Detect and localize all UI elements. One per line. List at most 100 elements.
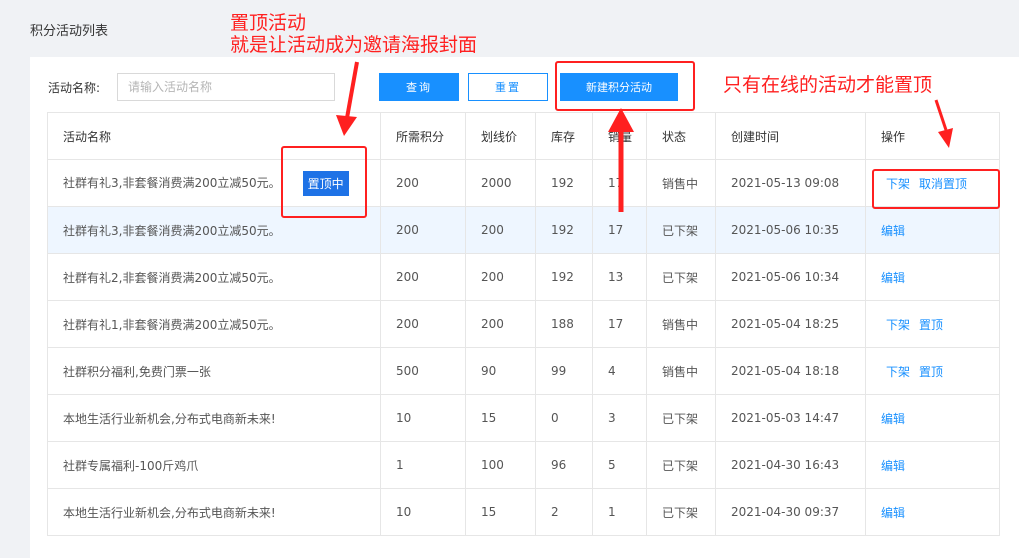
- activity-name: 本地生活行业新机会,分布式电商新未来!: [63, 411, 276, 426]
- cell-name: 本地生活行业新机会,分布式电商新未来!: [47, 394, 381, 442]
- cell-points: 1: [380, 441, 466, 489]
- cell-status: 销售中: [646, 300, 716, 348]
- cell-sales: 13: [592, 253, 647, 301]
- edit-link[interactable]: 编辑: [881, 412, 905, 426]
- cell-created: 2021-05-03 14:47: [715, 394, 866, 442]
- cell-actions: 编辑: [865, 441, 1000, 489]
- pin-link[interactable]: 置顶: [919, 318, 943, 332]
- pin-annotation-line1: 置顶活动: [230, 12, 307, 34]
- table-row: 社群有礼1,非套餐消费满200立减50元。 200 200 188 17 销售中 2021-…: [47, 300, 1000, 348]
- table-row: 社群有礼3,非套餐消费满200立减50元。 置顶中 200 2000 192 17 销售中 2…: [47, 159, 1000, 207]
- cell-actions: 编辑: [865, 488, 1000, 536]
- column-header-stock: 库存: [535, 112, 593, 160]
- cell-status: 已下架: [646, 394, 716, 442]
- cell-name: 本地生活行业新机会,分布式电商新未来!: [47, 488, 381, 536]
- cell-actions: 编辑: [865, 253, 1000, 301]
- cell-price: 15: [465, 488, 536, 536]
- cell-created: 2021-05-06 10:34: [715, 253, 866, 301]
- cell-created: 2021-05-13 09:08: [715, 159, 866, 207]
- cell-actions: 编辑: [865, 394, 1000, 442]
- query-button[interactable]: 查询: [379, 73, 459, 101]
- activity-name: 社群专属福利-100斤鸡爪: [63, 458, 199, 473]
- reset-button[interactable]: 重置: [468, 73, 548, 101]
- cell-stock: 188: [535, 300, 593, 348]
- cell-points: 10: [380, 488, 466, 536]
- cell-stock: 0: [535, 394, 593, 442]
- activity-name: 社群有礼2,非套餐消费满200立减50元。: [63, 270, 281, 285]
- cell-stock: 2: [535, 488, 593, 536]
- activity-name: 本地生活行业新机会,分布式电商新未来!: [63, 505, 276, 520]
- cell-created: 2021-05-04 18:25: [715, 300, 866, 348]
- edit-link[interactable]: 编辑: [881, 224, 905, 238]
- column-header-created: 创建时间: [715, 112, 866, 160]
- cell-sales: 17: [592, 159, 647, 207]
- column-header-points: 所需积分: [380, 112, 466, 160]
- cell-status: 已下架: [646, 441, 716, 489]
- unlist-link[interactable]: 下架: [886, 318, 910, 332]
- cell-price: 200: [465, 206, 536, 254]
- column-header-price: 划线价: [465, 112, 536, 160]
- cell-name: 社群专属福利-100斤鸡爪: [47, 441, 381, 489]
- cell-sales: 4: [592, 347, 647, 395]
- table-row: 社群有礼2,非套餐消费满200立减50元。 200 200 192 13 已下架 2021-…: [47, 253, 1000, 301]
- cell-price: 200: [465, 300, 536, 348]
- cell-status: 已下架: [646, 488, 716, 536]
- edit-link[interactable]: 编辑: [881, 459, 905, 473]
- cell-name: 社群有礼2,非套餐消费满200立减50元。: [47, 253, 381, 301]
- cell-price: 15: [465, 394, 536, 442]
- cell-points: 500: [380, 347, 466, 395]
- cell-stock: 99: [535, 347, 593, 395]
- cell-created: 2021-05-06 10:35: [715, 206, 866, 254]
- activity-name-input[interactable]: [117, 73, 335, 101]
- cell-points: 10: [380, 394, 466, 442]
- edit-link[interactable]: 编辑: [881, 271, 905, 285]
- cell-status: 已下架: [646, 253, 716, 301]
- activity-name: 社群有礼1,非套餐消费满200立减50元。: [63, 317, 281, 332]
- cell-status: 销售中: [646, 347, 716, 395]
- actions-highlight-box: [872, 169, 1000, 209]
- edit-link[interactable]: 编辑: [881, 506, 905, 520]
- cell-status: 已下架: [646, 206, 716, 254]
- cell-name: 社群有礼1,非套餐消费满200立减50元。: [47, 300, 381, 348]
- cell-created: 2021-04-30 16:43: [715, 441, 866, 489]
- table-row: 本地生活行业新机会,分布式电商新未来! 10 15 2 1 已下架 2021-04-30 0…: [47, 488, 1000, 536]
- cell-sales: 1: [592, 488, 647, 536]
- activity-name-label: 活动名称:: [48, 81, 101, 95]
- column-header-sales: 销量: [592, 112, 647, 160]
- cell-sales: 17: [592, 206, 647, 254]
- cell-actions: 下架 置顶: [865, 300, 1000, 348]
- table-row: 社群专属福利-100斤鸡爪 1 100 96 5 已下架 2021-04-30 16:43 编…: [47, 441, 1000, 489]
- cell-actions: 下架 置顶: [865, 347, 1000, 395]
- table-row: 社群积分福利,免费门票一张 500 90 99 4 销售中 2021-05-04 18:18…: [47, 347, 1000, 395]
- cell-points: 200: [380, 300, 466, 348]
- column-header-status: 状态: [646, 112, 716, 160]
- cell-created: 2021-05-04 18:18: [715, 347, 866, 395]
- cell-price: 2000: [465, 159, 536, 207]
- page-title: 积分活动列表: [30, 24, 109, 39]
- table-row: 本地生活行业新机会,分布式电商新未来! 10 15 0 3 已下架 2021-05-03 1…: [47, 394, 1000, 442]
- table-row: 社群有礼3,非套餐消费满200立减50元。 200 200 192 17 已下架 2021-…: [47, 206, 1000, 254]
- cell-price: 90: [465, 347, 536, 395]
- cell-name: 社群积分福利,免费门票一张: [47, 347, 381, 395]
- pin-link[interactable]: 置顶: [919, 365, 943, 379]
- cell-price: 200: [465, 253, 536, 301]
- cell-sales: 17: [592, 300, 647, 348]
- activity-name: 社群积分福利,免费门票一张: [63, 364, 211, 379]
- cell-stock: 192: [535, 159, 593, 207]
- activity-name: 社群有礼3,非套餐消费满200立减50元。: [63, 223, 281, 238]
- activity-table: 活动名称 所需积分 划线价 库存 销量 状态 创建时间 操作 社群有礼3,非套餐消费满200立…: [47, 112, 1000, 536]
- cell-status: 销售中: [646, 159, 716, 207]
- cell-stock: 96: [535, 441, 593, 489]
- cell-actions: 编辑: [865, 206, 1000, 254]
- pin-annotation-line2: 就是让活动成为邀请海报封面: [230, 34, 478, 56]
- cell-stock: 192: [535, 253, 593, 301]
- cell-points: 200: [380, 159, 466, 207]
- column-header-actions: 操作: [865, 112, 1000, 160]
- new-activity-highlight-box: [555, 61, 695, 111]
- cell-points: 200: [380, 253, 466, 301]
- cell-sales: 3: [592, 394, 647, 442]
- online-only-annotation: 只有在线的活动才能置顶: [723, 74, 933, 96]
- unlist-link[interactable]: 下架: [886, 365, 910, 379]
- cell-stock: 192: [535, 206, 593, 254]
- pin-annotation: 置顶活动 就是让活动成为邀请海报封面: [230, 12, 477, 56]
